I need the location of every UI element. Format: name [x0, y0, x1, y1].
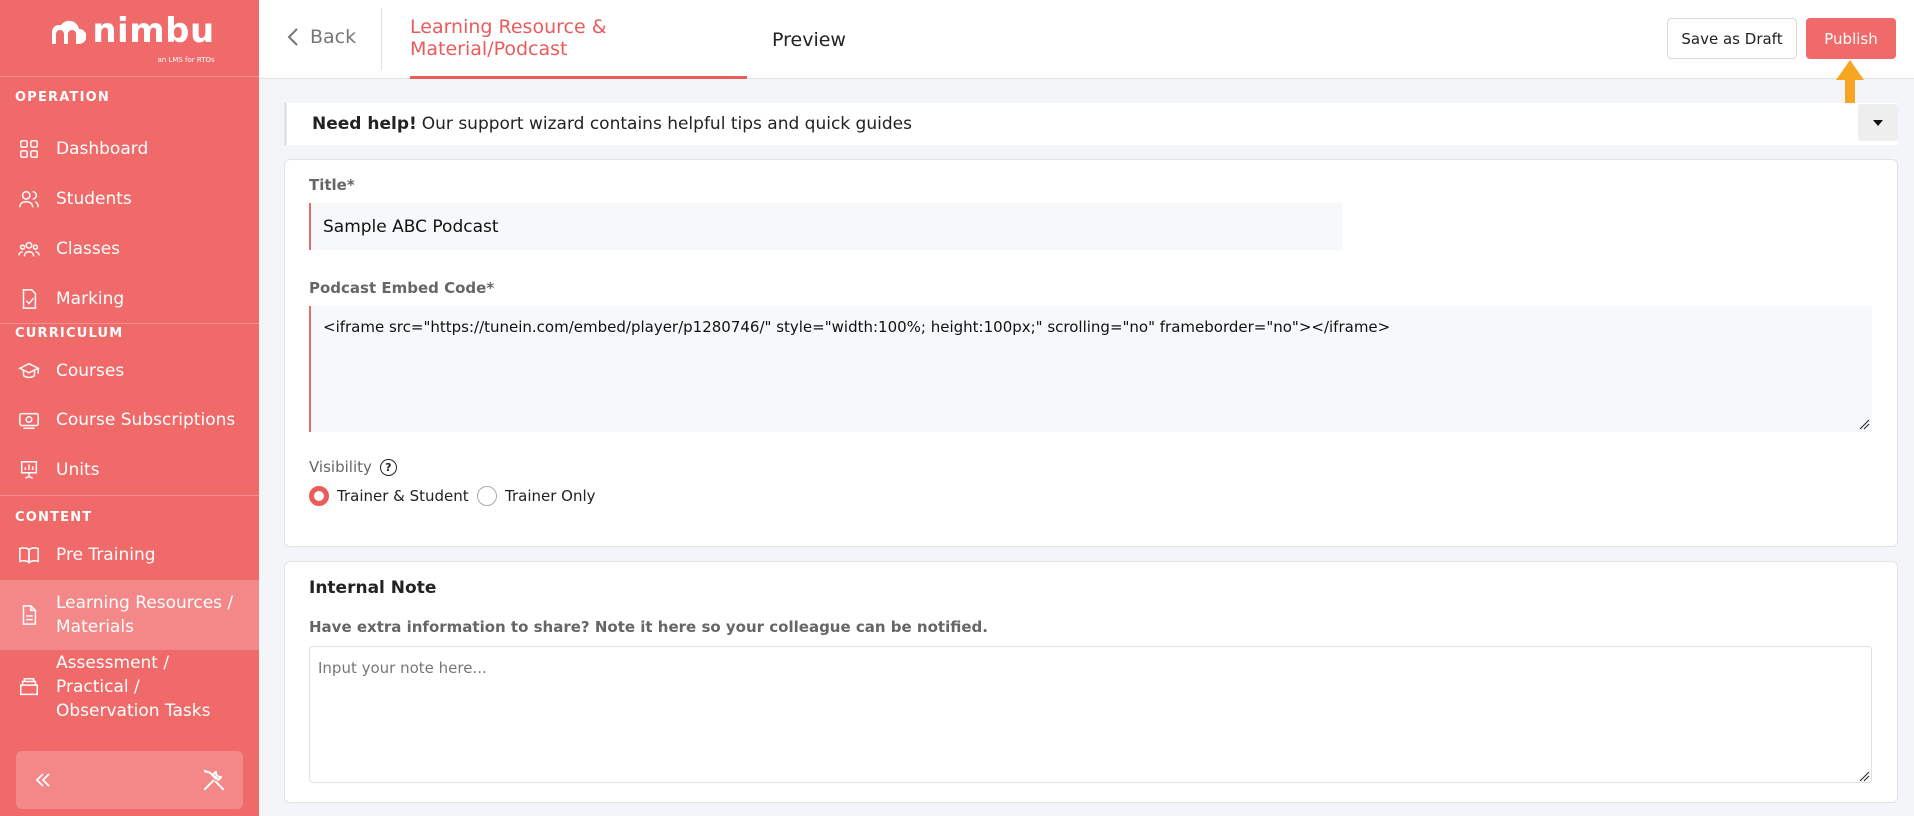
sidebar-item-course-subscriptions[interactable]: Course Subscriptions: [0, 395, 259, 445]
sidebar-divider: [0, 323, 259, 324]
sidebar-divider: [0, 495, 259, 496]
units-icon: [16, 457, 42, 483]
tools-icon[interactable]: [201, 767, 227, 793]
help-toggle-button[interactable]: [1858, 104, 1898, 141]
back-button[interactable]: Back: [286, 22, 356, 52]
sidebar-item-label: Assessment / Practical / Observation Tas…: [56, 653, 211, 721]
chevron-left-icon: [287, 28, 298, 46]
cloud-logo-icon: [52, 20, 87, 44]
help-bold: Need help!: [312, 114, 417, 134]
sidebar-item-label: Course Subscriptions: [56, 410, 236, 430]
sidebar-footer: [16, 751, 243, 809]
marking-icon: [16, 286, 42, 312]
sidebar-item-label: Classes: [56, 239, 121, 259]
courses-icon: [16, 358, 42, 384]
classes-icon: [16, 236, 42, 262]
title-label: Title*: [309, 176, 355, 194]
sidebar-item-assessment-tasks[interactable]: Assessment / Practical / Observation Tas…: [0, 652, 259, 722]
title-input[interactable]: Sample ABC Podcast: [309, 203, 1342, 250]
sidebar-item-classes[interactable]: Classes: [0, 224, 259, 274]
logo[interactable]: nimbu an LMS for RTOs: [0, 0, 259, 77]
sidebar: nimbu an LMS for RTOs OPERATION Dashboar…: [0, 0, 259, 816]
visibility-text: Visibility: [309, 458, 372, 476]
help-banner: Need help! Our support wizard contains h…: [284, 103, 1898, 145]
sidebar-item-label: Students: [56, 189, 132, 209]
help-circle-icon[interactable]: ?: [379, 458, 397, 476]
sidebar-item-label: Courses: [56, 361, 125, 381]
embed-code-label: Podcast Embed Code*: [309, 279, 495, 297]
radio-label: Trainer Only: [505, 487, 596, 505]
caret-down-icon: [1873, 119, 1883, 126]
top-divider: [381, 8, 382, 70]
sidebar-item-label: Dashboard: [56, 139, 149, 159]
radio-unselected[interactable]: [477, 486, 497, 506]
section-label-curriculum: CURRICULUM: [15, 326, 124, 341]
back-label: Back: [310, 26, 357, 48]
sidebar-item-dashboard[interactable]: Dashboard: [0, 124, 259, 174]
logo-tagline: an LMS for RTOs: [157, 56, 215, 64]
sidebar-item-students[interactable]: Students: [0, 174, 259, 224]
sidebar-item-label: Learning Resources / Materials: [56, 593, 234, 637]
save-as-draft-button[interactable]: Save as Draft: [1667, 18, 1797, 59]
sidebar-item-marking[interactable]: Marking: [0, 274, 259, 324]
sidebar-item-label: Pre Training: [56, 545, 156, 565]
internal-note-description: Have extra information to share? Note it…: [309, 618, 988, 636]
tab-preview[interactable]: Preview: [759, 0, 859, 79]
internal-note-textarea[interactable]: Input your note here...: [309, 646, 1872, 783]
radio-label: Trainer & Student: [337, 487, 469, 505]
subscriptions-icon: [16, 407, 42, 433]
sidebar-item-label: Marking: [56, 289, 125, 309]
sidebar-item-units[interactable]: Units: [0, 445, 259, 495]
section-label-content: CONTENT: [15, 510, 93, 525]
resize-grip-icon[interactable]: [1858, 418, 1870, 430]
tasks-icon: [16, 674, 42, 700]
visibility-label: Visibility ?: [309, 458, 397, 476]
embed-code-textarea[interactable]: <iframe src="https://tunein.com/embed/pl…: [309, 306, 1872, 432]
logo-text: nimbu: [92, 11, 215, 51]
internal-note-title: Internal Note: [309, 578, 437, 598]
sidebar-item-pre-training[interactable]: Pre Training: [0, 530, 259, 580]
radio-selected[interactable]: [309, 486, 329, 506]
document-icon: [16, 602, 42, 628]
book-icon: [16, 542, 42, 568]
section-label-operation: OPERATION: [15, 90, 110, 105]
tab-learning-resource-podcast[interactable]: Learning Resource & Material/Podcast: [410, 0, 747, 79]
sidebar-item-label: Units: [56, 460, 100, 480]
dashboard-icon: [16, 136, 42, 162]
sidebar-item-learning-resources[interactable]: Learning Resources / Materials: [0, 580, 259, 650]
visibility-option-trainer-student[interactable]: Trainer & Student: [309, 486, 469, 506]
sidebar-item-courses[interactable]: Courses: [0, 346, 259, 396]
collapse-sidebar-icon[interactable]: [34, 771, 52, 789]
visibility-option-trainer-only[interactable]: Trainer Only: [477, 486, 596, 506]
help-text: Our support wizard contains helpful tips…: [421, 114, 912, 134]
resize-grip-icon[interactable]: [1858, 770, 1870, 782]
publish-button[interactable]: Publish: [1806, 18, 1896, 59]
students-icon: [16, 186, 42, 212]
top-bar: Back Learning Resource & Material/Podcas…: [259, 0, 1914, 79]
